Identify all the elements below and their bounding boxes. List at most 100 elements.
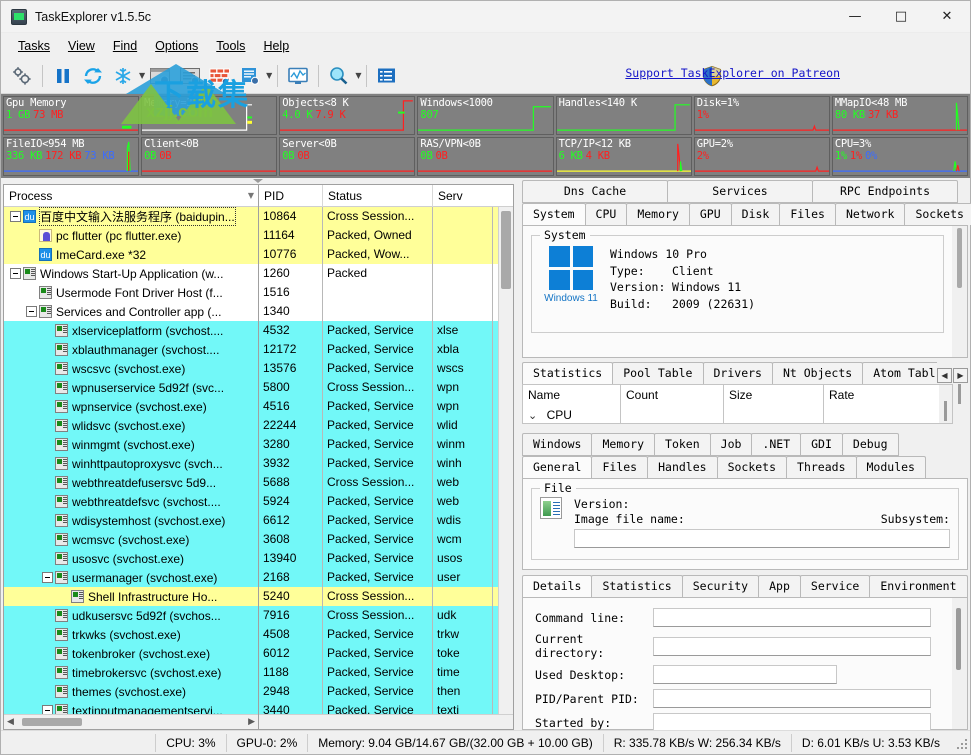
stat-grid-vscroll[interactable] — [939, 385, 952, 423]
tab-sockets[interactable]: Sockets — [904, 203, 971, 225]
menu-tasks[interactable]: Tasks — [9, 36, 59, 56]
tab-memory[interactable]: Memory — [591, 433, 656, 456]
details-vscroll[interactable] — [952, 598, 967, 729]
tab-environment[interactable]: Environment — [869, 575, 968, 597]
gauge-12[interactable]: GPU=2% 2% — [693, 137, 830, 176]
menu-options[interactable]: Options — [146, 36, 207, 56]
tab-memory[interactable]: Memory — [626, 203, 690, 225]
process-tree-row[interactable]: Usermode Font Driver Host (f... — [4, 283, 258, 302]
menu-view[interactable]: View — [59, 36, 104, 56]
tab-statistics[interactable]: Statistics — [522, 362, 614, 384]
gauge-4[interactable]: Handles<140 K — [555, 96, 692, 135]
tab-files[interactable]: Files — [591, 456, 649, 478]
resize-grip[interactable] — [954, 736, 968, 750]
tab-job[interactable]: Job — [709, 433, 753, 456]
process-grid-row[interactable]: 12172 Packed, Service xbla — [259, 340, 498, 359]
process-grid-row[interactable]: 5240 Cross Session... — [259, 587, 498, 606]
services-list-icon[interactable] — [175, 61, 205, 91]
freeze-snowflake-icon[interactable] — [108, 61, 138, 91]
process-tree-hscroll[interactable]: ◀ ▶ — [4, 714, 258, 729]
gauge-5[interactable]: Disk=1% 1% — [693, 96, 830, 135]
column-header-status[interactable]: Status — [323, 184, 433, 207]
tab-details[interactable]: Details — [522, 575, 593, 597]
stat-header-name[interactable]: Name — [528, 385, 620, 405]
process-grid-row[interactable]: 5924 Packed, Service web — [259, 492, 498, 511]
menu-help[interactable]: Help — [254, 36, 298, 56]
gauge-11[interactable]: TCP/IP<12 KB 6 KB 4 KB — [555, 137, 692, 176]
stat-header-size[interactable]: Size — [729, 385, 823, 405]
gauge-2[interactable]: Objects<8 K 4.0 K 7.9 K — [279, 96, 416, 135]
tab-system[interactable]: System — [522, 203, 586, 225]
process-tree-row[interactable]: themes (svchost.exe) — [4, 682, 258, 701]
gauge-13[interactable]: CPU=3% 1% 1% 0% — [831, 137, 968, 176]
tab-disk[interactable]: Disk — [730, 203, 781, 225]
stat-header-count[interactable]: Count — [626, 385, 723, 405]
process-tree-row[interactable]: Windows Start-Up Application (w... — [4, 264, 258, 283]
statistics-grid[interactable]: Name ⌄ CPU Count Size Rate — [522, 384, 953, 424]
process-tree-row[interactable]: 百度中文输入法服务程序 (baidupin... — [4, 207, 258, 226]
tab-service[interactable]: Service — [799, 575, 871, 597]
process-tree-row[interactable]: usermanager (svchost.exe) — [4, 568, 258, 587]
process-tree-row[interactable]: pc flutter (pc flutter.exe) — [4, 226, 258, 245]
tab-nt-objects[interactable]: Nt Objects — [771, 362, 864, 384]
hscroll-left-arrow[interactable]: ◀ — [4, 717, 17, 727]
process-grid-row[interactable]: 11164 Packed, Owned — [259, 226, 498, 245]
gauge-8[interactable]: Client<0B 0B 0B — [141, 137, 278, 176]
process-tree-row[interactable]: Shell Infrastructure Ho... — [4, 587, 258, 606]
process-grid-row[interactable]: 6012 Packed, Service toke — [259, 644, 498, 663]
system-panel-vscroll-thumb[interactable] — [957, 228, 962, 288]
process-grid-row[interactable]: 3608 Packed, Service wcm — [259, 530, 498, 549]
stat-row-cpu[interactable]: ⌄ CPU — [528, 405, 620, 425]
process-grid-row[interactable]: 13576 Packed, Service wscs — [259, 359, 498, 378]
process-tree-row[interactable]: wlidsvc (svchost.exe) — [4, 416, 258, 435]
process-grid-row[interactable]: 4508 Packed, Service trkw — [259, 625, 498, 644]
driver-list-icon[interactable] — [235, 61, 265, 91]
tab-files[interactable]: Files — [779, 203, 836, 225]
process-tree-row[interactable]: timebrokersvc (svchost.exe) — [4, 663, 258, 682]
menu-find[interactable]: Find — [104, 36, 146, 56]
column-header-process[interactable]: Process ▼ — [4, 185, 258, 207]
process-tree-row[interactable]: xlserviceplatform (svchost.... — [4, 321, 258, 340]
process-tree-row[interactable]: wdisystemhost (svchost.exe) — [4, 511, 258, 530]
details-vscroll-thumb[interactable] — [956, 608, 961, 670]
process-tree-row[interactable]: xblauthmanager (svchost.... — [4, 340, 258, 359]
process-grid-row[interactable]: 13940 Packed, Service usos — [259, 549, 498, 568]
process-tree-row[interactable]: webthreatdefusersvc 5d9... — [4, 473, 258, 492]
system-panel-vscroll[interactable] — [952, 226, 967, 357]
stat-tabs-scroll-left[interactable]: ◀ — [937, 368, 952, 383]
find-window-icon[interactable] — [145, 61, 175, 91]
detail-field-input[interactable] — [653, 636, 931, 656]
gauge-3[interactable]: Windows<1000 807 — [417, 96, 554, 135]
tree-expander-icon[interactable] — [42, 705, 53, 714]
hscroll-thumb[interactable] — [22, 718, 82, 726]
tab--net[interactable]: .NET — [751, 433, 802, 456]
tab-atom-tabl[interactable]: Atom Tabl — [862, 362, 937, 384]
tab-security[interactable]: Security — [681, 575, 760, 597]
process-grid-row[interactable]: 10776 Packed, Wow... — [259, 245, 498, 264]
tab-network[interactable]: Network — [834, 203, 906, 225]
monitor-graph-icon[interactable] — [283, 61, 313, 91]
process-tree-row[interactable]: wpnservice (svchost.exe) — [4, 397, 258, 416]
tab-windows[interactable]: Windows — [522, 433, 593, 456]
file-image-name-input[interactable] — [574, 529, 950, 548]
tree-expander-icon[interactable] — [42, 572, 53, 583]
tab-token[interactable]: Token — [654, 433, 711, 456]
tree-expander-icon[interactable] — [10, 268, 21, 279]
tab-gpu[interactable]: GPU — [688, 203, 732, 225]
search-icon[interactable] — [324, 61, 354, 91]
stat-grid-vscroll-thumb[interactable] — [944, 401, 947, 421]
detail-field-input[interactable] — [653, 665, 837, 684]
process-grid-row[interactable]: 1516 — [259, 283, 498, 302]
process-grid-row[interactable]: 5800 Cross Session... wpn — [259, 378, 498, 397]
pause-icon[interactable] — [48, 61, 78, 91]
process-tree-row[interactable]: Services and Controller app (... — [4, 302, 258, 321]
tab-pool-table[interactable]: Pool Table — [612, 362, 704, 384]
process-grid-rows[interactable]: 10864 Cross Session... 11164 Packed, Owned 1… — [259, 207, 498, 714]
process-grid-row[interactable]: 6612 Packed, Service wdis — [259, 511, 498, 530]
tab-rpc-endpoints[interactable]: RPC Endpoints — [812, 180, 958, 203]
process-grid-row[interactable]: 1260 Packed — [259, 264, 498, 283]
stat-tabs-scroll-right[interactable]: ▶ — [953, 368, 968, 383]
settings-gears-icon[interactable] — [7, 61, 37, 91]
horizontal-splitter[interactable] — [1, 178, 514, 184]
tab-drivers[interactable]: Drivers — [702, 362, 773, 384]
